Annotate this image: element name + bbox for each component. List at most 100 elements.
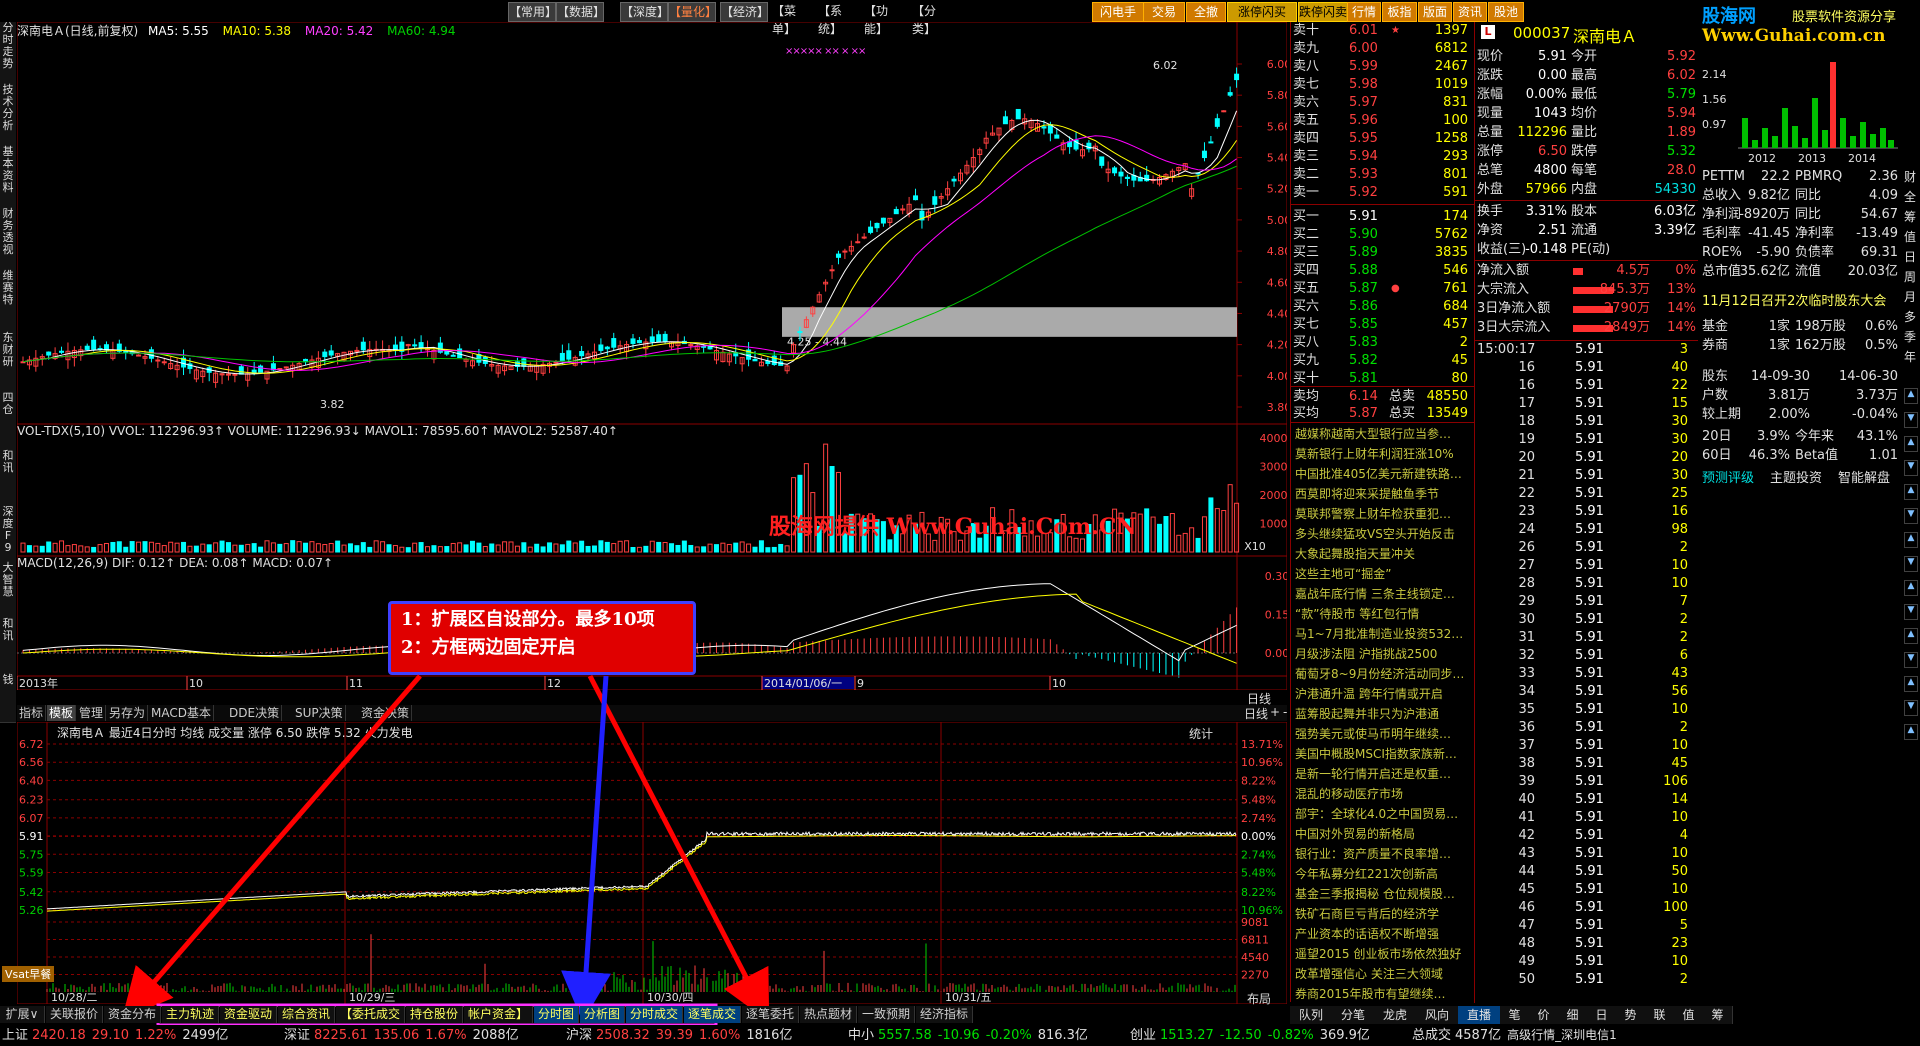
left-tab-9[interactable]: 大 智 慧: [0, 562, 16, 619]
left-tab-1[interactable]: 技 术 分 析: [0, 84, 16, 147]
side-icon[interactable]: ▼: [1904, 508, 1918, 524]
side-icon[interactable]: ▼: [1904, 604, 1918, 620]
indicator-tab-4[interactable]: MACD基本: [149, 705, 214, 721]
f10-side-tab-6[interactable]: 月: [1902, 288, 1918, 306]
menu-8[interactable]: 【分类】: [904, 2, 944, 36]
left-tab-8[interactable]: 深 度 F 9: [0, 506, 16, 563]
layout-button[interactable]: 布局: [1247, 990, 1271, 1007]
news-item[interactable]: 基金三季报揭秘 仓位规模股…: [1295, 885, 1471, 903]
quick-menu-2[interactable]: 全撤: [1186, 2, 1226, 22]
intraday-chart[interactable]: 6.72 13.71% 6.56 10.96% 6.40 8.22% 6.23 5.48% 6.…: [17, 722, 1287, 1004]
f10-link-2[interactable]: 智能解盘: [1838, 470, 1890, 488]
f10-link-0[interactable]: 预测评级: [1702, 470, 1754, 488]
news-item[interactable]: 混乱的移动医疗市场: [1295, 785, 1471, 803]
index-item[interactable]: 创业 1513.27 -12.50 -0.82% 369.9亿: [1130, 1025, 1370, 1046]
bottom-tab-15[interactable]: 一致预期: [858, 1006, 915, 1023]
quick-menu-7[interactable]: 版面: [1418, 2, 1452, 22]
f10-side-tab-9[interactable]: 年: [1902, 348, 1918, 366]
index-item[interactable]: 沪深 2508.32 39.39 1.60% 1816亿: [566, 1025, 792, 1046]
news-item[interactable]: 中国对外贸易的新格局: [1295, 825, 1471, 843]
bid-row[interactable]: 买五 5.87 ● 761: [1291, 280, 1474, 298]
notice-text[interactable]: 11月12日召开2次临时股东大会: [1702, 290, 1900, 309]
side-icon[interactable]: ▼: [1904, 460, 1918, 476]
ask-row[interactable]: 卖八 5.99 2467: [1291, 58, 1474, 76]
side-icon[interactable]: ▲: [1904, 676, 1918, 692]
index-item[interactable]: 上证 2420.18 29.10 1.22% 2499亿: [2, 1025, 228, 1046]
indicator-tab-7[interactable]: 资金决策: [359, 705, 413, 721]
news-item[interactable]: 券商2015年股市有望继续…: [1295, 985, 1471, 1003]
zoom-tab-0[interactable]: 日线: [1244, 705, 1268, 722]
bottom-tab-0[interactable]: 扩展∨: [0, 1006, 45, 1023]
side-icon[interactable]: ▲: [1904, 484, 1918, 500]
menu-4[interactable]: 【经济】: [720, 2, 769, 22]
bottom-tab-16[interactable]: 经济指标: [916, 1006, 973, 1023]
bid-row[interactable]: 买七 5.85 457: [1291, 316, 1474, 334]
quick-menu-6[interactable]: 板指: [1382, 2, 1417, 22]
news-item[interactable]: 月级涉法阻 沪指挑战2500: [1295, 645, 1471, 663]
menu-6[interactable]: 【系统】: [810, 2, 850, 36]
bottom-tab-2[interactable]: 资金分布: [104, 1006, 161, 1023]
kline-chart[interactable]: 6.00 5.80 5.60 5.40 5.20 5.00 4.80 4.60 4.40 4.20…: [17, 22, 1287, 424]
menu-0[interactable]: 【常用】: [508, 2, 557, 22]
bid-row[interactable]: 买三 5.89 3835: [1291, 244, 1474, 262]
news-item[interactable]: 葡萄牙8~9月份经济活动同步…: [1295, 665, 1471, 683]
ask-row[interactable]: 卖九 6.00 6812: [1291, 40, 1474, 58]
news-item[interactable]: 莫联邦警察上财年检获重犯…: [1295, 505, 1471, 523]
bid-row[interactable]: 买二 5.90 5762: [1291, 226, 1474, 244]
quick-menu-0[interactable]: 闪电手: [1092, 2, 1144, 22]
left-tab-4[interactable]: 维 赛 特: [0, 270, 16, 333]
bid-row[interactable]: 买一 5.91 174: [1291, 208, 1474, 226]
bottom-tab-12[interactable]: 逐笔成交: [684, 1006, 741, 1023]
indicator-tab-6[interactable]: SUP决策: [293, 705, 346, 721]
ask-row[interactable]: 卖五 5.96 100: [1291, 112, 1474, 130]
bottom-tab-11[interactable]: 分时成交: [626, 1006, 683, 1023]
tick-view-tab-2[interactable]: 龙虎: [1374, 1006, 1417, 1024]
bottom-tab-1[interactable]: 关联报价: [46, 1006, 103, 1023]
side-icon[interactable]: ▼: [1904, 412, 1918, 428]
news-item[interactable]: 是新一轮行情开启还是权重…: [1295, 765, 1471, 783]
ask-row[interactable]: 卖十 6.01 ★ 1397: [1291, 22, 1474, 40]
zoom-tab-1[interactable]: +: [1270, 705, 1280, 719]
tick-view-tab-3[interactable]: 风向: [1416, 1006, 1459, 1024]
news-item[interactable]: 美国中概股MSCI指数家族新…: [1295, 745, 1471, 763]
left-tab-3[interactable]: 财 务 透 视: [0, 208, 16, 271]
bottom-tab-14[interactable]: 热点题材: [800, 1006, 857, 1023]
f10-side-tab-4[interactable]: 日: [1902, 248, 1918, 266]
indicator-tab-1[interactable]: 模板: [47, 705, 77, 721]
tick-view-tab-7[interactable]: 细: [1558, 1006, 1588, 1024]
news-item[interactable]: 改革增强信心 关注三大领域: [1295, 965, 1471, 983]
menu-7[interactable]: 【功能】: [856, 2, 896, 36]
left-tab-2[interactable]: 基 本 资 料: [0, 146, 16, 209]
tick-view-tab-0[interactable]: 队列: [1290, 1006, 1333, 1024]
bottom-tab-5[interactable]: 综合资讯: [278, 1006, 335, 1023]
news-item[interactable]: 强势美元或使马币明年继续…: [1295, 725, 1471, 743]
menu-3[interactable]: 【量化】: [668, 2, 717, 22]
tick-view-tab-6[interactable]: 价: [1529, 1006, 1559, 1024]
news-item[interactable]: 铁矿石商巨亏背后的经济学: [1295, 905, 1471, 923]
bid-row[interactable]: 买九 5.82 45: [1291, 352, 1474, 370]
tick-view-tab-8[interactable]: 日: [1587, 1006, 1617, 1024]
quick-menu-8[interactable]: 资讯: [1453, 2, 1487, 22]
news-item[interactable]: 产业资本的话语权不断增强: [1295, 925, 1471, 943]
bid-row[interactable]: 买八 5.83 2: [1291, 334, 1474, 352]
bottom-tab-8[interactable]: 帐户资金】: [464, 1006, 533, 1023]
indicator-tab-0[interactable]: 指标: [17, 705, 47, 721]
news-item[interactable]: 中国批准405亿美元新建铁路…: [1295, 465, 1471, 483]
quick-menu-5[interactable]: 行情: [1347, 2, 1381, 22]
ask-row[interactable]: 卖二 5.93 801: [1291, 166, 1474, 184]
quick-menu-1[interactable]: 交易: [1143, 2, 1185, 22]
side-icon[interactable]: ▲: [1904, 388, 1918, 404]
quick-menu-3[interactable]: 涨停闪买: [1227, 2, 1297, 22]
f10-side-tab-1[interactable]: 全: [1902, 188, 1918, 206]
news-item[interactable]: 嘉战年底行情 三条主线锁定…: [1295, 585, 1471, 603]
tick-view-tab-1[interactable]: 分笔: [1332, 1006, 1375, 1024]
ask-row[interactable]: 卖一 5.92 591: [1291, 184, 1474, 202]
tick-view-tab-9[interactable]: 势: [1616, 1006, 1646, 1024]
bottom-tab-3[interactable]: 主力轨迹: [162, 1006, 219, 1023]
menu-2[interactable]: 【深度】: [620, 2, 669, 22]
f10-side-tab-5[interactable]: 周: [1902, 268, 1918, 286]
tick-view-tab-11[interactable]: 值: [1674, 1006, 1704, 1024]
left-tab-7[interactable]: 和 讯: [0, 450, 16, 507]
bottom-tab-9[interactable]: 分时图: [534, 1006, 579, 1023]
vsat-label[interactable]: Vsat早餐: [2, 966, 55, 982]
